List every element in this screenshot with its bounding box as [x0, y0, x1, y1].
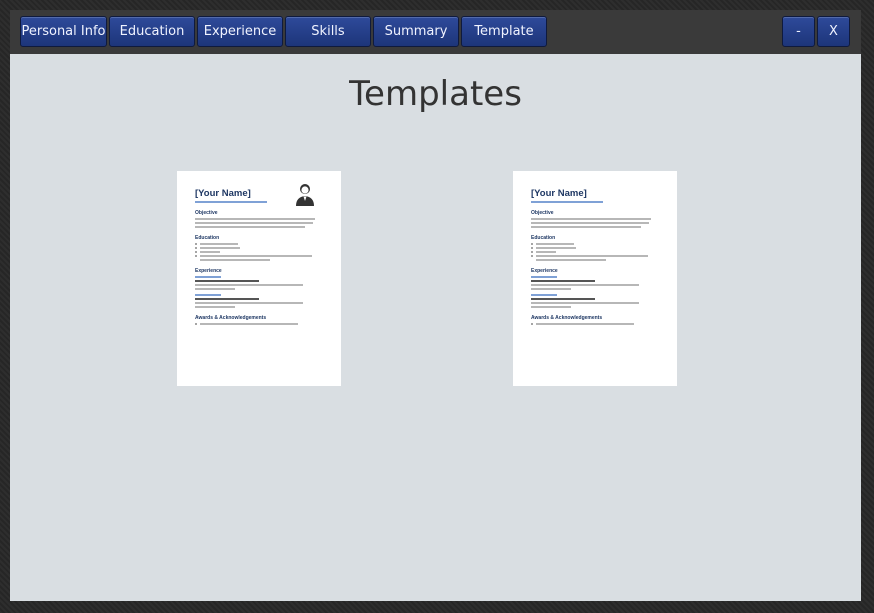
text-line — [531, 305, 571, 308]
text-line — [531, 275, 557, 278]
section-heading: Objective — [531, 209, 554, 216]
text-line — [531, 297, 595, 300]
text-line — [195, 297, 259, 300]
tab-skills[interactable]: Skills — [285, 16, 371, 47]
person-avatar-icon — [296, 184, 314, 206]
text-line — [531, 279, 595, 282]
bullet-line — [195, 322, 325, 325]
text-line — [195, 279, 259, 282]
bullet-line — [195, 250, 325, 253]
text-line — [195, 305, 235, 308]
text-line — [531, 283, 639, 286]
text-line — [531, 217, 651, 220]
tab-template[interactable]: Template — [461, 16, 547, 47]
page-title: Templates — [349, 74, 522, 114]
text-line — [195, 275, 221, 278]
text-line — [531, 293, 557, 296]
text-line — [531, 221, 649, 224]
text-line — [531, 287, 571, 290]
template-thumbnail-1[interactable]: [Your Name] Objective Education Experien… — [177, 171, 341, 386]
tab-summary[interactable]: Summary — [373, 16, 459, 47]
text-line — [195, 287, 235, 290]
section-heading: Education — [531, 234, 556, 241]
section-heading: Experience — [531, 267, 558, 274]
text-line — [531, 301, 639, 304]
bullet-line — [195, 254, 325, 257]
text-line — [195, 283, 303, 286]
text-line — [195, 217, 315, 220]
text-line — [531, 225, 641, 228]
main-content: Templates [Your Name] Objective Educatio… — [10, 54, 861, 601]
bullet-line — [531, 246, 661, 249]
tab-experience[interactable]: Experience — [197, 16, 283, 47]
text-line — [200, 258, 270, 261]
text-line — [195, 293, 221, 296]
text-line — [536, 258, 606, 261]
text-line — [195, 225, 305, 228]
section-heading: Education — [195, 234, 220, 241]
bullet-line — [195, 242, 325, 245]
template-thumbnail-2[interactable]: [Your Name] Objective Education Experien… — [513, 171, 677, 386]
text-line — [195, 221, 313, 224]
contact-line — [195, 201, 267, 203]
bullet-line — [531, 254, 661, 257]
section-heading: Experience — [195, 267, 222, 274]
bullet-line — [531, 250, 661, 253]
section-heading: Objective — [195, 209, 218, 216]
tab-education[interactable]: Education — [109, 16, 195, 47]
section-heading: Awards & Acknowledgements — [195, 314, 267, 321]
top-navigation-bar: Personal Info Education Experience Skill… — [10, 10, 861, 54]
bullet-line — [531, 322, 661, 325]
close-button[interactable]: X — [817, 16, 850, 47]
tab-personal-info[interactable]: Personal Info — [20, 16, 107, 47]
text-line — [195, 301, 303, 304]
section-heading: Awards & Acknowledgements — [531, 314, 603, 321]
template-name: [Your Name] — [531, 188, 587, 199]
bullet-line — [195, 246, 325, 249]
bullet-line — [531, 242, 661, 245]
contact-line — [531, 201, 603, 203]
minimize-button[interactable]: - — [782, 16, 815, 47]
